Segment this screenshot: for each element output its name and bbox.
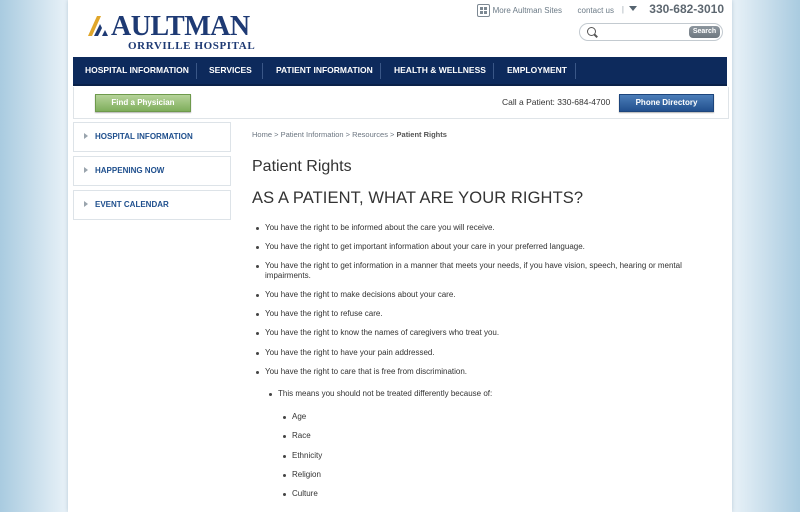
nav-health-wellness[interactable]: HEALTH & WELLNESS	[394, 57, 486, 84]
nav-divider	[262, 63, 263, 79]
breadcrumb-separator: >	[387, 130, 397, 139]
call-patient-text: Call a Patient: 330-684-4700	[502, 97, 611, 107]
logo-title: AULTMAN	[111, 11, 250, 42]
breadcrumb-patient-information[interactable]: Patient Information	[281, 130, 344, 139]
list-item: You have the right to care that is free …	[256, 367, 715, 377]
list-item-nested: This means you should not be treated dif…	[269, 389, 708, 399]
list-item-subnested: Age	[282, 412, 307, 421]
breadcrumb-resources[interactable]: Resources	[352, 130, 388, 139]
breadcrumb-current: Patient Rights	[396, 130, 447, 139]
breadcrumb: Home > Patient Information > Resources >…	[252, 130, 447, 139]
search-input[interactable]	[602, 25, 686, 38]
list-item: You have the right to refuse care.	[256, 309, 715, 319]
chevron-right-icon	[84, 133, 88, 139]
grid-icon	[476, 4, 490, 17]
list-item: You have the right to get important info…	[256, 242, 715, 252]
nav-divider	[196, 63, 197, 79]
page: AULTMAN ORRVILLE HOSPITAL More Aultman S…	[68, 0, 732, 512]
chevron-right-icon	[84, 201, 88, 207]
list-item-subnested: Religion	[283, 470, 321, 479]
top-links: More Aultman Sites contact us | 330-682-…	[398, 2, 724, 19]
list-item: You have the right to know the names of …	[256, 328, 715, 338]
main-nav: HOSPITAL INFORMATION SERVICES PATIENT IN…	[73, 57, 727, 86]
list-item: You have the right to have your pain add…	[256, 348, 715, 358]
search-button[interactable]: Search	[689, 26, 720, 38]
list-item: You have the right to be informed about …	[256, 223, 715, 233]
search-icon	[587, 27, 596, 36]
nav-hospital-information[interactable]: HOSPITAL INFORMATION	[85, 57, 189, 84]
phone-directory-button[interactable]: Phone Directory	[619, 94, 714, 112]
sidebar-item-label: EVENT CALENDAR	[95, 200, 169, 209]
more-sites-label: More Aultman Sites	[492, 6, 562, 15]
nav-divider	[575, 63, 576, 79]
header-phone: 330-682-3010	[649, 2, 724, 16]
chevron-down-icon[interactable]	[629, 6, 637, 11]
find-physician-button[interactable]: Find a Physician	[95, 94, 191, 112]
action-bar: Find a Physician Call a Patient: 330-684…	[73, 87, 729, 119]
nav-employment[interactable]: EMPLOYMENT	[507, 57, 567, 84]
nav-services[interactable]: SERVICES	[209, 57, 252, 84]
nav-divider	[493, 63, 494, 79]
page-title: Patient Rights	[252, 158, 352, 175]
nav-divider	[380, 63, 381, 79]
sidebar-item-happening-now[interactable]: HAPPENING NOW	[73, 156, 231, 186]
breadcrumb-home[interactable]: Home	[252, 130, 272, 139]
list-item-subnested: Ethnicity	[282, 451, 323, 460]
search-box: Search	[579, 23, 723, 41]
sidebar-item-label: HOSPITAL INFORMATION	[95, 132, 193, 141]
list-item-subnested: Race	[283, 431, 311, 440]
sidebar-item-event-calendar[interactable]: EVENT CALENDAR	[73, 190, 231, 220]
nav-patient-information[interactable]: PATIENT INFORMATION	[276, 57, 373, 84]
chevron-right-icon	[84, 167, 88, 173]
logo-subtitle: ORRVILLE HOSPITAL	[128, 40, 256, 52]
list-item-subnested: Culture	[283, 489, 318, 498]
link-separator: |	[621, 5, 624, 14]
breadcrumb-separator: >	[343, 130, 353, 139]
list-item: You have the right to make decisions abo…	[256, 290, 715, 300]
sidebar-item-label: HAPPENING NOW	[95, 166, 165, 175]
contact-us-link[interactable]: contact us	[578, 6, 614, 15]
logo-mark-icon	[88, 16, 108, 36]
hospital-logo[interactable]: AULTMAN ORRVILLE HOSPITAL	[88, 12, 255, 54]
breadcrumb-separator: >	[272, 130, 281, 139]
section-title: AS A PATIENT, WHAT ARE YOUR RIGHTS?	[252, 189, 584, 207]
sidebar-item-hospital-information[interactable]: HOSPITAL INFORMATION	[73, 122, 231, 152]
list-item: You have the right to get information in…	[256, 261, 715, 281]
more-sites-link[interactable]: More Aultman Sites	[476, 4, 562, 17]
